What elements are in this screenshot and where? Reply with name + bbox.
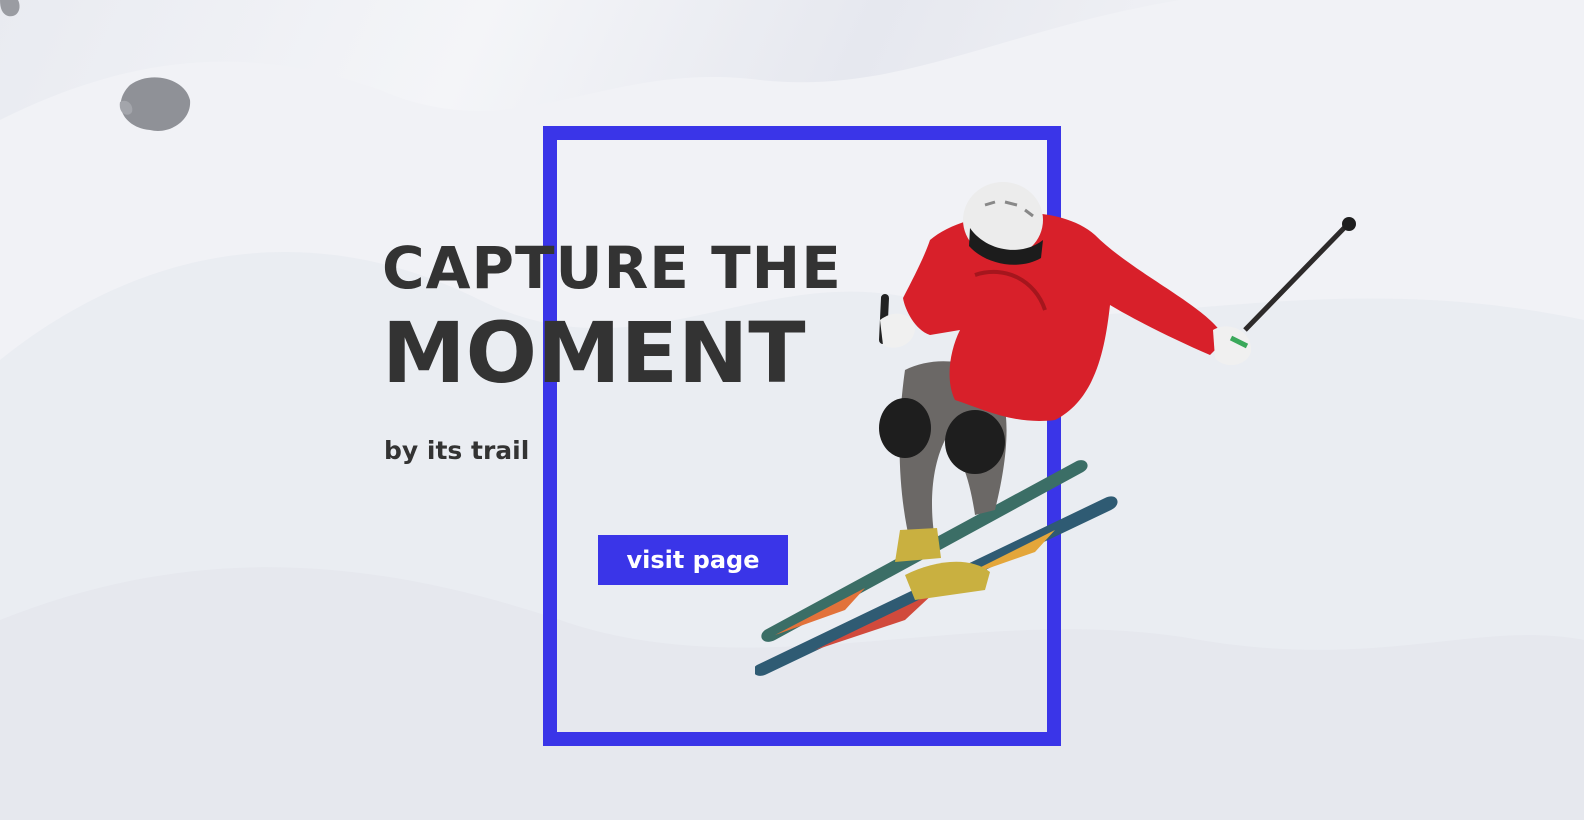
skier-image: [755, 182, 1356, 676]
hero-tagline: by its trail: [384, 436, 530, 465]
